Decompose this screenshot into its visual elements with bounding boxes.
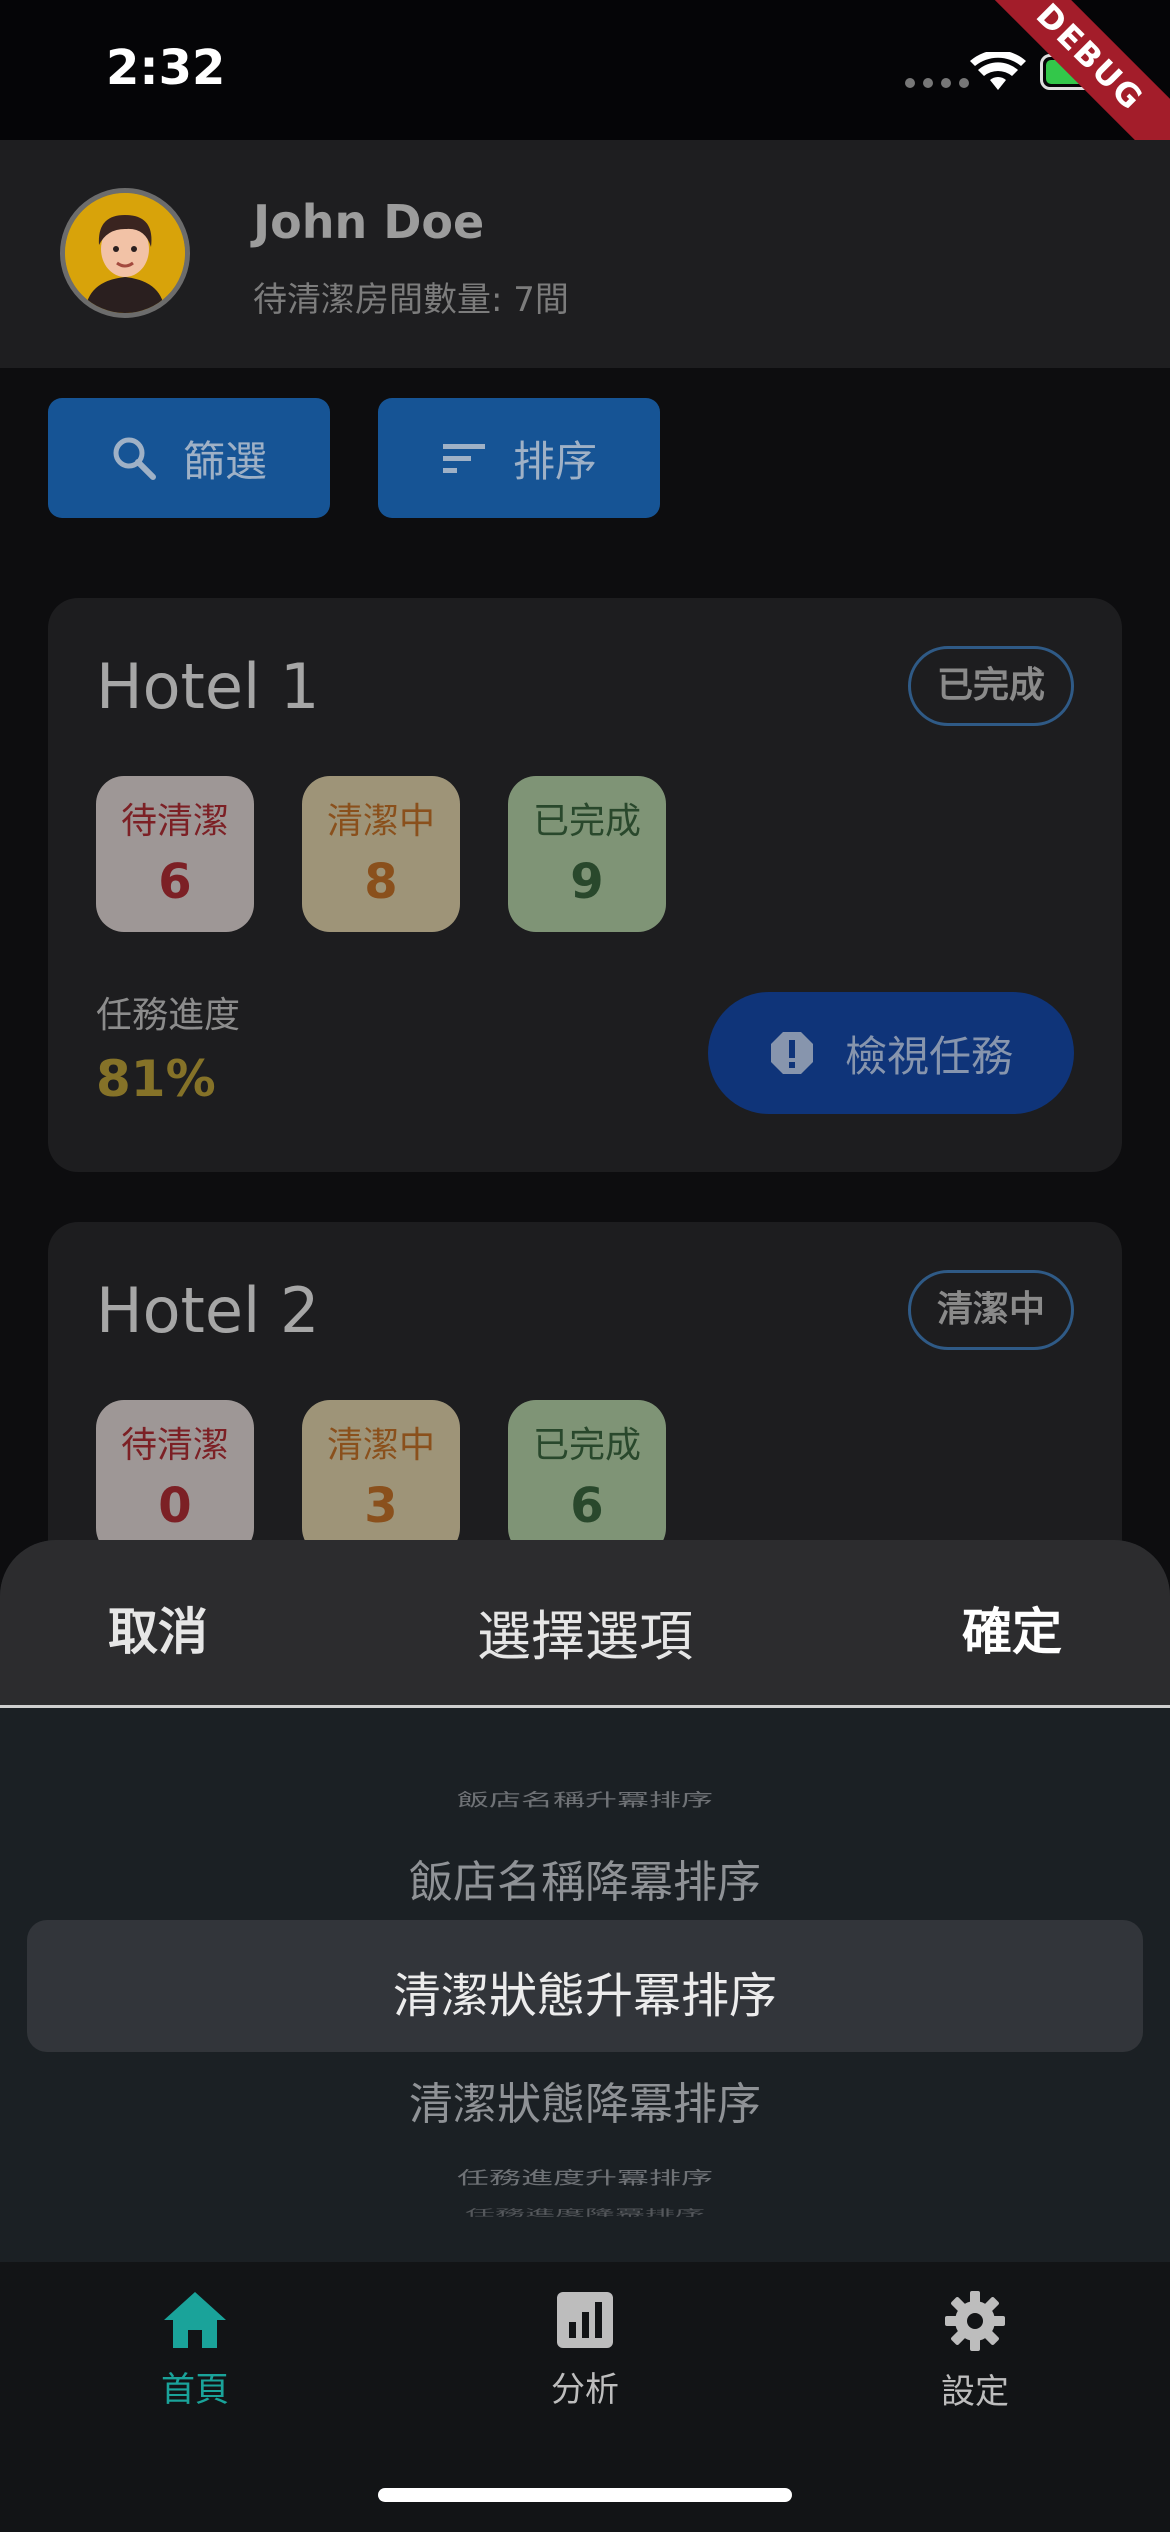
sort-icon	[442, 444, 485, 473]
picker-option-selected[interactable]: 清潔狀態升冪排序	[0, 1956, 1170, 2026]
nav-label: 分析	[551, 2370, 619, 2410]
stat-value: 8	[364, 854, 398, 910]
filter-label: 篩選	[182, 436, 267, 486]
stat-label: 清潔中	[326, 801, 435, 842]
hotel-name: Hotel 1	[96, 650, 320, 723]
progress-label: 任務進度	[96, 995, 241, 1036]
analytics-icon	[557, 2292, 613, 2348]
stat-value: 9	[570, 854, 604, 910]
hotel-name: Hotel 2	[96, 1274, 320, 1347]
stat-label: 待清潔	[120, 801, 229, 842]
stat-label: 已完成	[532, 801, 641, 842]
progress-value: 81%	[96, 1050, 216, 1108]
confirm-button[interactable]: 確定	[962, 1592, 1062, 1664]
avatar[interactable]	[60, 188, 190, 318]
home-indicator	[378, 2488, 792, 2502]
stat-cleaning: 清潔中 8	[302, 776, 460, 932]
hotel-card[interactable]: Hotel 1 已完成 待清潔 6 清潔中 8 已完成 9 任務進度 81% 檢…	[48, 598, 1122, 1172]
stat-value: 6	[570, 1478, 604, 1534]
nav-item-analytics[interactable]: 分析	[485, 2290, 685, 2411]
stat-value: 0	[158, 1478, 192, 1534]
nav-item-home[interactable]: 首頁	[95, 2290, 295, 2411]
picker-option[interactable]: 飯店名稱升冪排序	[0, 1786, 1170, 1811]
stat-cleaning: 清潔中 3	[302, 1400, 460, 1556]
view-tasks-label: 檢視任務	[844, 1031, 1013, 1081]
nav-label: 首頁	[161, 2370, 229, 2410]
sort-picker-sheet: 選擇選項 取消 確定 飯店名稱升冪排序 飯店名稱降冪排序 清潔狀態升冪排序 清潔…	[0, 1540, 1170, 2262]
wifi-icon	[970, 52, 1026, 90]
sort-label: 排序	[512, 436, 597, 486]
stat-pending: 待清潔 0	[96, 1400, 254, 1556]
stat-completed: 已完成 9	[508, 776, 666, 932]
picker-option[interactable]: 任務進度降冪排序	[0, 2205, 1170, 2219]
stat-label: 已完成	[532, 1425, 641, 1466]
picker-option[interactable]: 清潔狀態降冪排序	[0, 2068, 1170, 2132]
user-name: John Doe	[253, 195, 485, 249]
pending-rooms-count: 待清潔房間數量: 7間	[253, 280, 569, 320]
stat-completed: 已完成 6	[508, 1400, 666, 1556]
home-icon	[164, 2292, 226, 2348]
alert-icon	[770, 1032, 813, 1074]
search-icon	[113, 437, 156, 480]
stat-value: 3	[364, 1478, 398, 1534]
picker-option[interactable]: 任務進度升冪排序	[0, 2164, 1170, 2189]
hotel-status-badge: 已完成	[907, 646, 1074, 726]
status-time: 2:32	[106, 40, 226, 96]
settings-icon	[945, 2291, 1005, 2351]
profile-header: John Doe 待清潔房間數量: 7間	[0, 140, 1170, 368]
stat-label: 待清潔	[120, 1425, 229, 1466]
nav-label: 設定	[941, 2372, 1009, 2412]
stat-value: 6	[158, 854, 192, 910]
picker-option[interactable]: 飯店名稱降冪排序	[0, 1846, 1170, 1910]
sheet-header: 選擇選項 取消 確定	[0, 1540, 1170, 1708]
stat-label: 清潔中	[326, 1425, 435, 1466]
view-tasks-button[interactable]: 檢視任務	[708, 992, 1074, 1114]
sort-button[interactable]: 排序	[378, 398, 660, 518]
filter-button[interactable]: 篩選	[48, 398, 330, 518]
hotel-status-badge: 清潔中	[907, 1270, 1074, 1350]
status-bar: 2:32 DEBUG	[0, 0, 1170, 183]
stat-pending: 待清潔 6	[96, 776, 254, 932]
nav-item-settings[interactable]: 設定	[875, 2290, 1075, 2413]
cancel-button[interactable]: 取消	[108, 1592, 208, 1664]
cellular-signal-icon	[905, 78, 969, 88]
avatar-illustration	[65, 193, 185, 313]
